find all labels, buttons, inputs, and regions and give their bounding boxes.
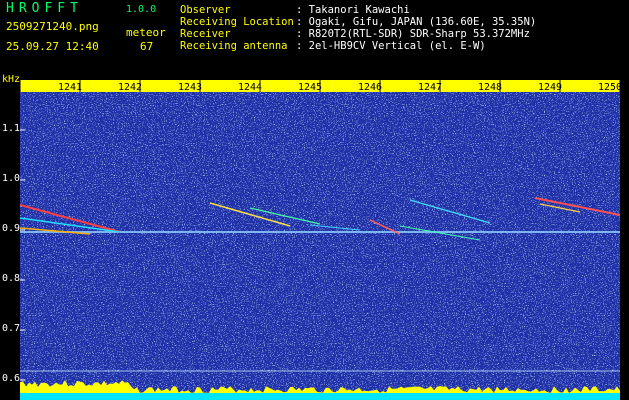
time-tick-label: 1241 bbox=[58, 82, 82, 93]
info-value: : 2el-HB9CV Vertical (el. E-W) bbox=[296, 40, 486, 52]
info-row-location: Receiving Location : Ogaki, Gifu, JAPAN … bbox=[180, 16, 536, 28]
info-value: : R820T2(RTL-SDR) SDR-Sharp 53.372MHz bbox=[296, 28, 530, 40]
time-tick-label: 1244 bbox=[238, 82, 262, 93]
spectrum-noise bbox=[20, 80, 620, 400]
meteor-label: meteor bbox=[126, 26, 166, 39]
info-key: Observer bbox=[180, 4, 231, 16]
spectrogram: 1241 1242 1243 1244 1245 1246 1247 1248 1249 1250 bbox=[20, 80, 620, 400]
time-tick-label: 1245 bbox=[298, 82, 322, 93]
time-tick-label: 1249 bbox=[538, 82, 562, 93]
frequency-tick-label: 0.6 bbox=[2, 373, 21, 384]
frequency-tick-label: 0.9 bbox=[2, 223, 21, 234]
time-tick-label: 1250 bbox=[598, 82, 620, 93]
signal-strip bbox=[20, 393, 620, 400]
time-tick-label: 1246 bbox=[358, 82, 382, 93]
station-info: Observer : Takanori Kawachi Receiving Lo… bbox=[180, 4, 536, 52]
time-tick-label: 1247 bbox=[418, 82, 442, 93]
time-tick-label: 1248 bbox=[478, 82, 502, 93]
info-row-observer: Observer : Takanori Kawachi bbox=[180, 4, 536, 16]
frequency-tick-label: 1.0 bbox=[2, 173, 21, 184]
frequency-tick-label: 0.7 bbox=[2, 323, 21, 334]
meteor-count: 67 bbox=[140, 40, 154, 53]
info-row-antenna: Receiving antenna : 2el-HB9CV Vertical (… bbox=[180, 40, 536, 52]
info-key: Receiver bbox=[180, 28, 231, 40]
info-value: : Ogaki, Gifu, JAPAN (136.60E, 35.35N) bbox=[296, 16, 537, 28]
app-version: 1.0.0 bbox=[126, 4, 157, 15]
time-tick-label: 1243 bbox=[178, 82, 202, 93]
info-row-receiver: Receiver : R820T2(RTL-SDR) SDR-Sharp 53.… bbox=[180, 28, 536, 40]
app-title: HROFFT bbox=[6, 1, 83, 16]
timestamp: 25.09.27 12:40 bbox=[6, 40, 99, 53]
frequency-tick-label: 0.8 bbox=[2, 273, 21, 284]
time-tick-label: 1242 bbox=[118, 82, 142, 93]
info-key: Receiving Location bbox=[180, 16, 294, 28]
info-value: : Takanori Kawachi bbox=[296, 4, 410, 16]
info-key: Receiving antenna bbox=[180, 40, 288, 52]
file-name: 2509271240.png bbox=[6, 20, 99, 33]
y-unit-label: kHz bbox=[2, 74, 21, 85]
frequency-tick-label: 1.1 bbox=[2, 123, 21, 134]
